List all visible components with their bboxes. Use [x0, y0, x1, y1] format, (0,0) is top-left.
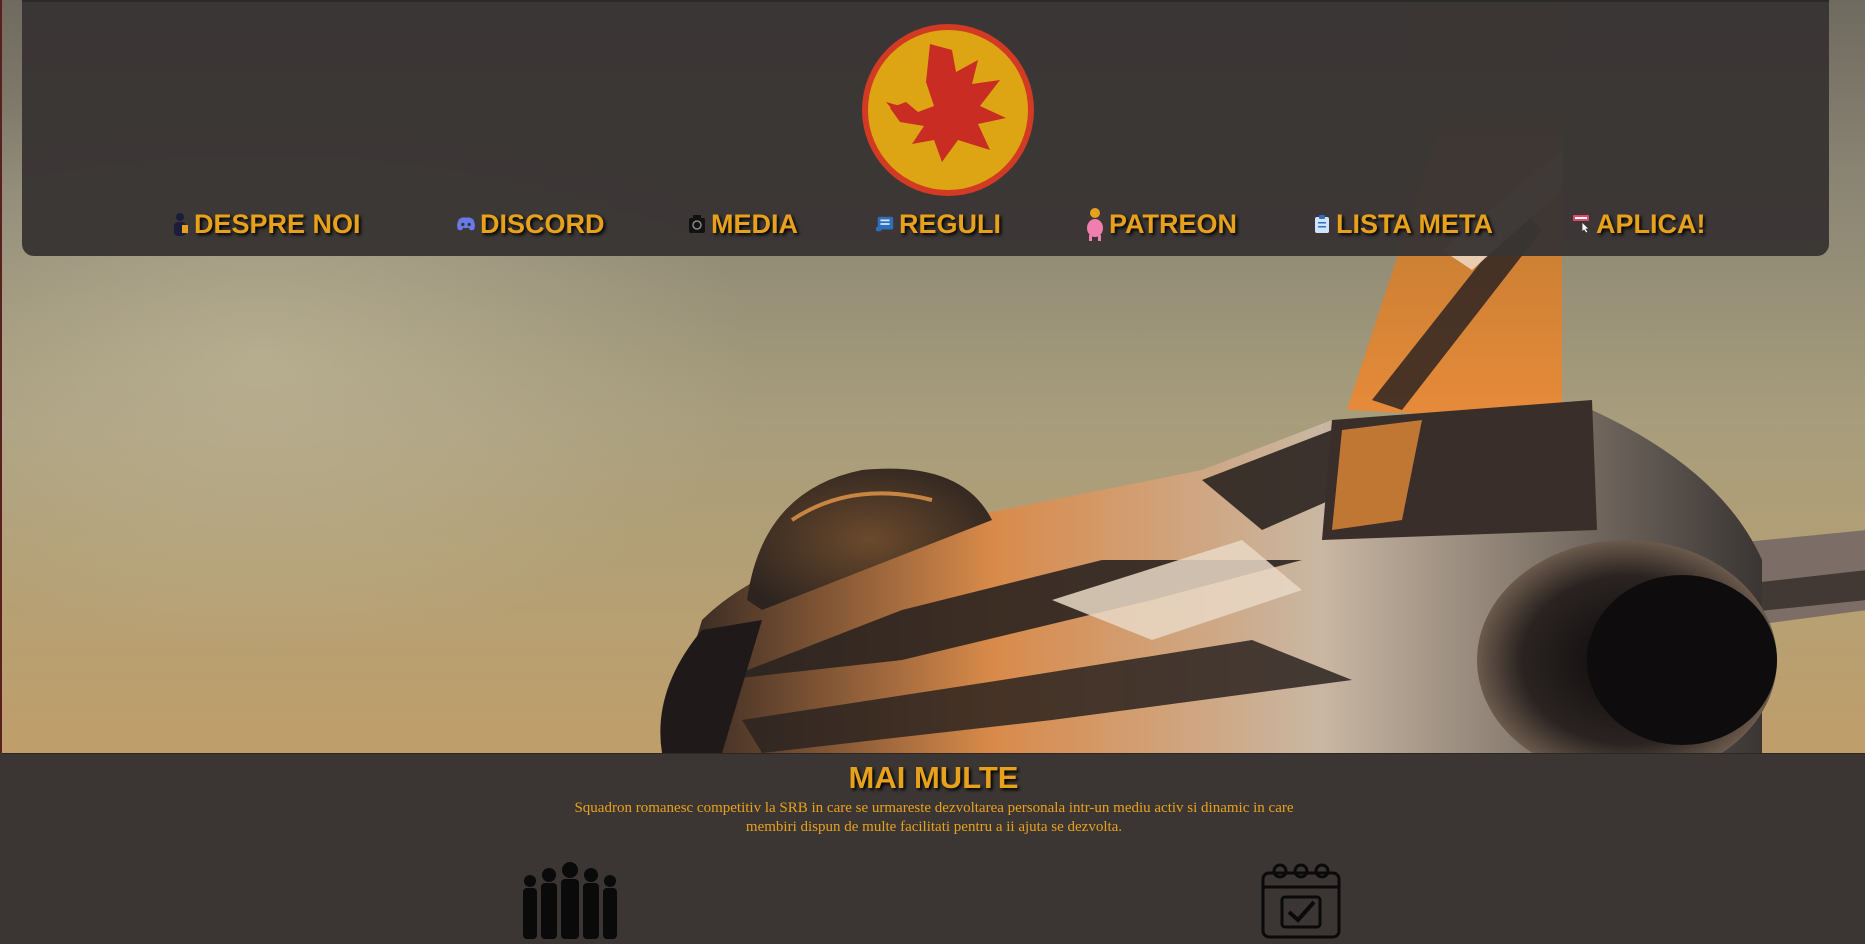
- nav-label: DISCORD: [480, 208, 605, 239]
- eagle-emblem-logo[interactable]: [860, 22, 1036, 198]
- nav-label: REGULI: [899, 208, 1002, 239]
- discord-icon: [456, 213, 476, 235]
- more-title: MAI MULTE: [848, 760, 1019, 795]
- piggy-bank-icon: [1085, 208, 1105, 241]
- nav-label: LISTA META: [1336, 208, 1493, 239]
- description-line: membiri dispun de multe facilitati pentr…: [745, 819, 1123, 835]
- nav-lista-meta[interactable]: LISTA META: [1312, 204, 1493, 244]
- nav-media[interactable]: MEDIA: [687, 204, 798, 244]
- nav-label: APLICA!: [1596, 208, 1706, 239]
- more-description: Squadron romanesc competitiv la SRB in c…: [514, 799, 1354, 837]
- nav-label: MEDIA: [711, 208, 798, 239]
- scroll-icon: [875, 213, 895, 235]
- top-header-panel: DESPRE NOI DISCORD MEDIA REGULI PATREON: [22, 0, 1829, 256]
- nav-discord[interactable]: DISCORD: [456, 204, 605, 244]
- nav-label: DESPRE NOI: [194, 208, 361, 239]
- team-group-icon: [518, 861, 622, 944]
- main-navigation: DESPRE NOI DISCORD MEDIA REGULI PATREON: [22, 204, 1829, 244]
- person-icon: [170, 213, 190, 236]
- nav-patreon[interactable]: PATREON: [1085, 204, 1237, 244]
- clipboard-icon: [1312, 213, 1332, 235]
- nav-reguli[interactable]: REGULI: [875, 204, 1001, 244]
- calendar-check-icon: [1260, 861, 1342, 944]
- more-section: MAI MULTE Squadron romanesc competitiv l…: [2, 753, 1865, 939]
- apply-pointer-icon: [1572, 213, 1592, 235]
- nav-despre-noi[interactable]: DESPRE NOI: [170, 204, 361, 244]
- description-line: Squadron romanesc competitiv la SRB in c…: [574, 800, 1294, 816]
- camera-icon: [687, 213, 707, 235]
- nav-aplica[interactable]: APLICA!: [1572, 204, 1706, 244]
- nav-label: PATREON: [1109, 208, 1237, 239]
